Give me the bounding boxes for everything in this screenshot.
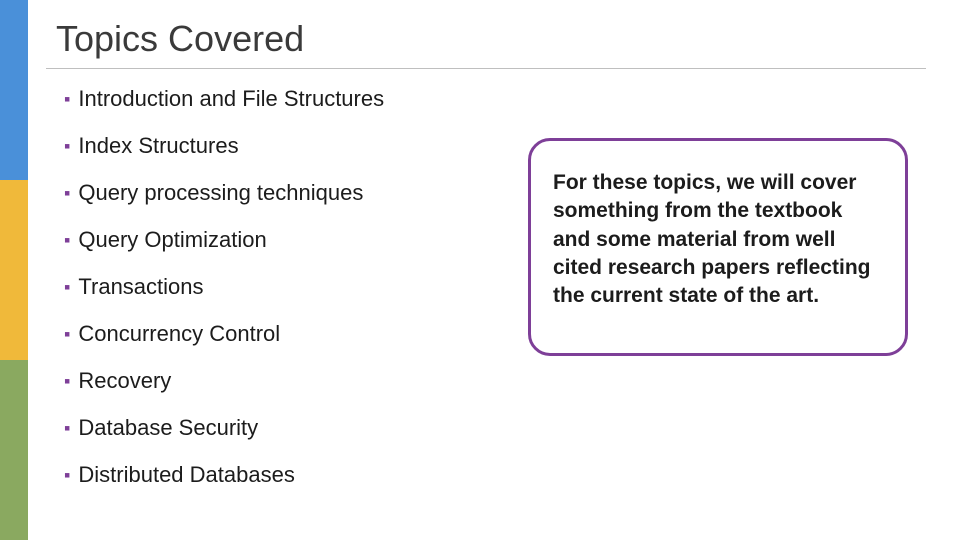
list-item-label: Query processing techniques <box>78 180 363 205</box>
stripe-segment-blue <box>0 0 28 180</box>
list-item: ▪ Introduction and File Structures <box>64 86 484 112</box>
bullet-icon: ▪ <box>64 462 70 488</box>
list-item: ▪ Database Security <box>64 415 484 441</box>
list-item-label: Database Security <box>78 415 258 440</box>
bullet-icon: ▪ <box>64 321 70 347</box>
bullet-icon: ▪ <box>64 133 70 159</box>
slide: Topics Covered ▪ Introduction and File S… <box>0 0 960 540</box>
list-item: ▪ Query processing techniques <box>64 180 484 206</box>
list-item-label: Query Optimization <box>78 227 266 252</box>
bullet-icon: ▪ <box>64 227 70 253</box>
callout-box: For these topics, we will cover somethin… <box>528 138 908 356</box>
list-item-label: Transactions <box>78 274 203 299</box>
bullet-icon: ▪ <box>64 180 70 206</box>
list-item: ▪ Concurrency Control <box>64 321 484 347</box>
list-item: ▪ Transactions <box>64 274 484 300</box>
list-item-label: Distributed Databases <box>78 462 294 487</box>
bullet-icon: ▪ <box>64 86 70 112</box>
callout-text: For these topics, we will cover somethin… <box>553 169 883 311</box>
stripe-segment-yellow <box>0 180 28 360</box>
list-item-label: Concurrency Control <box>78 321 280 346</box>
list-item: ▪ Recovery <box>64 368 484 394</box>
list-item-label: Introduction and File Structures <box>78 86 384 111</box>
list-item: ▪ Index Structures <box>64 133 484 159</box>
list-item: ▪ Distributed Databases <box>64 462 484 488</box>
bullet-icon: ▪ <box>64 368 70 394</box>
list-item: ▪ Query Optimization <box>64 227 484 253</box>
list-item-label: Recovery <box>78 368 171 393</box>
list-item-label: Index Structures <box>78 133 238 158</box>
side-stripe <box>0 0 28 540</box>
title-divider <box>46 68 926 69</box>
bullet-icon: ▪ <box>64 415 70 441</box>
stripe-segment-green <box>0 360 28 540</box>
bullet-icon: ▪ <box>64 274 70 300</box>
slide-title: Topics Covered <box>56 18 304 60</box>
topics-list: ▪ Introduction and File Structures ▪ Ind… <box>64 86 484 509</box>
